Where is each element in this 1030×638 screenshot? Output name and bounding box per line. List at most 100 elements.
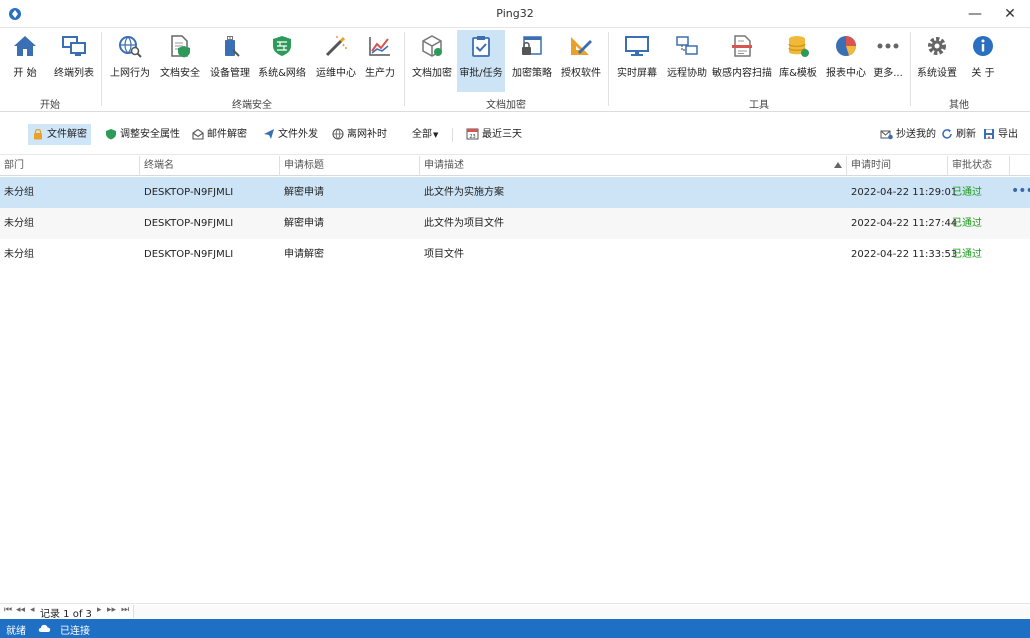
prev-page-button[interactable]: ◂◂ <box>16 605 25 615</box>
ribbon-separator <box>608 32 609 106</box>
ribbon-group-doc-encryption: 文档加密 <box>486 100 526 111</box>
ribbon-toolbar: 开 始 终端列表 开始 上网行为 文档安全 设备管理 系统&网络 运维中心 生产… <box>0 28 1030 112</box>
scan-document-icon <box>732 35 752 57</box>
ribbon-live-screen-button[interactable]: 实时屏幕 <box>614 30 660 92</box>
ribbon-system-settings-button[interactable]: 系统设置 <box>914 30 960 92</box>
cell-dept: 未分组 <box>4 187 34 198</box>
ribbon-web-behavior-button[interactable]: 上网行为 <box>106 30 154 92</box>
column-header-status[interactable]: 审批状态 <box>948 156 1010 176</box>
table-row[interactable]: 未分组 DESKTOP-N9FJMLI 解密申请 此文件为实施方案 2022-0… <box>0 177 1030 208</box>
ribbon-doc-security-button[interactable]: 文档安全 <box>156 30 204 92</box>
export-button[interactable]: 导出 <box>979 124 1022 145</box>
cell-terminal: DESKTOP-N9FJMLI <box>144 187 234 198</box>
cell-desc: 项目文件 <box>424 249 464 260</box>
filter-bar: 文件解密 调整安全属性 邮件解密 文件外发 离网补时 全部▼ 23 最近三天 抄送… <box>0 113 1030 155</box>
filter-offline-time[interactable]: 离网补时 <box>328 124 391 145</box>
shield-icon <box>106 129 116 140</box>
first-page-button[interactable]: ⏮ <box>4 605 12 615</box>
lock-window-icon <box>522 36 542 55</box>
ribbon-about-button[interactable]: 关 于 <box>962 30 1004 92</box>
record-indicator: 记录 1 of 3 <box>40 609 92 620</box>
table-row[interactable]: 未分组 DESKTOP-N9FJMLI 解密申请 此文件为项目文件 2022-0… <box>0 208 1030 239</box>
table-row[interactable]: 未分组 DESKTOP-N9FJMLI 申请解密 项目文件 2022-04-22… <box>0 239 1030 270</box>
column-header-terminal[interactable]: 终端名 <box>140 156 280 176</box>
horizontal-scrollbar[interactable] <box>133 605 1030 618</box>
close-button[interactable]: ✕ <box>990 0 1030 28</box>
lock-icon <box>34 128 42 140</box>
column-header-desc[interactable]: 申请描述 <box>420 156 847 176</box>
info-icon <box>973 36 993 56</box>
cell-desc: 此文件为项目文件 <box>424 218 504 229</box>
cell-time: 2022-04-22 11:27:44 <box>851 218 958 229</box>
row-more-icon[interactable]: ••• <box>1011 177 1030 205</box>
ribbon-ops-center-button[interactable]: 运维中心 <box>313 30 359 92</box>
refresh-button[interactable]: 刷新 <box>937 124 980 145</box>
pager: ⏮ ◂◂ ◂ 记录 1 of 3 ▸ ▸▸ ⏭ <box>0 603 1030 620</box>
ribbon-group-start: 开始 <box>40 100 60 111</box>
ribbon-encryption-policy-button[interactable]: 加密策略 <box>508 30 556 92</box>
cc-to-me-button[interactable]: 抄送我的 <box>876 124 940 145</box>
send-icon <box>264 129 274 139</box>
remote-network-icon <box>676 36 698 55</box>
cell-status: 已通过 <box>952 187 982 198</box>
cell-status: 已通过 <box>952 218 982 229</box>
ribbon-library-template-button[interactable]: 库&模板 <box>776 30 820 92</box>
date-range-filter[interactable]: 23 最近三天 <box>462 124 526 145</box>
next-record-button[interactable]: ▸ <box>97 605 102 615</box>
chart-line-icon <box>369 37 390 56</box>
ribbon-sensitive-scan-button[interactable]: 敏感内容扫描 <box>712 30 772 92</box>
ribbon-start-button[interactable]: 开 始 <box>6 30 44 92</box>
ribbon-licensed-software-button[interactable]: 授权软件 <box>558 30 604 92</box>
next-page-button[interactable]: ▸▸ <box>107 605 116 615</box>
globe-icon <box>332 128 344 140</box>
cell-title: 解密申请 <box>284 218 324 229</box>
ribbon-system-network-button[interactable]: 系统&网络 <box>256 30 308 92</box>
cell-status: 已通过 <box>952 249 982 260</box>
column-header-time[interactable]: 申请时间 <box>847 156 948 176</box>
clipboard-check-icon <box>472 36 490 57</box>
database-icon <box>788 36 809 57</box>
scope-dropdown[interactable]: 全部▼ <box>408 124 442 145</box>
ruler-pencil-icon <box>571 37 592 55</box>
prev-record-button[interactable]: ◂ <box>30 605 35 615</box>
cell-dept: 未分组 <box>4 249 34 260</box>
ribbon-device-management-button[interactable]: 设备管理 <box>206 30 254 92</box>
save-icon <box>984 129 994 139</box>
status-ready: 就绪 <box>6 626 26 637</box>
filter-file-outbound[interactable]: 文件外发 <box>259 124 322 145</box>
monitors-icon <box>62 36 86 56</box>
ribbon-separator <box>101 32 102 106</box>
more-dots-icon <box>877 43 899 49</box>
ribbon-group-other: 其他 <box>949 100 969 111</box>
cell-time: 2022-04-22 11:33:53 <box>851 249 958 260</box>
filter-mail-decrypt[interactable]: 邮件解密 <box>188 124 251 145</box>
mail-icon <box>192 128 204 140</box>
calendar-icon: 23 <box>466 128 479 140</box>
pie-chart-icon <box>836 36 856 56</box>
usb-device-icon <box>225 36 240 57</box>
ribbon-doc-encryption-button[interactable]: 文档加密 <box>409 30 455 92</box>
ribbon-approval-task-button[interactable]: 审批/任务 <box>457 30 505 92</box>
status-bar: 就绪 已连接 <box>0 619 1030 638</box>
filter-adjust-security[interactable]: 调整安全属性 <box>101 124 184 145</box>
cell-terminal: DESKTOP-N9FJMLI <box>144 218 234 229</box>
ribbon-group-tools: 工具 <box>749 100 769 111</box>
ribbon-terminal-list-button[interactable]: 终端列表 <box>50 30 98 92</box>
column-header-title[interactable]: 申请标题 <box>280 156 420 176</box>
svg-text:23: 23 <box>469 134 475 140</box>
minimize-button[interactable]: — <box>955 0 995 28</box>
filter-file-decrypt[interactable]: 文件解密 <box>28 124 91 145</box>
sort-ascending-icon <box>834 162 842 168</box>
globe-search-icon <box>119 36 142 58</box>
ribbon-remote-assist-button[interactable]: 远程协助 <box>664 30 710 92</box>
column-header-dept[interactable]: 部门 <box>0 156 140 176</box>
document-shield-icon <box>171 35 190 58</box>
cell-desc: 此文件为实施方案 <box>424 187 504 198</box>
ribbon-report-center-button[interactable]: 报表中心 <box>824 30 868 92</box>
refresh-icon <box>942 129 952 139</box>
ribbon-more-button[interactable]: 更多... <box>870 30 906 92</box>
last-page-button[interactable]: ⏭ <box>121 605 129 615</box>
firewall-shield-icon <box>273 36 291 56</box>
ribbon-productivity-button[interactable]: 生产力 <box>360 30 400 92</box>
cube-icon <box>422 35 442 57</box>
